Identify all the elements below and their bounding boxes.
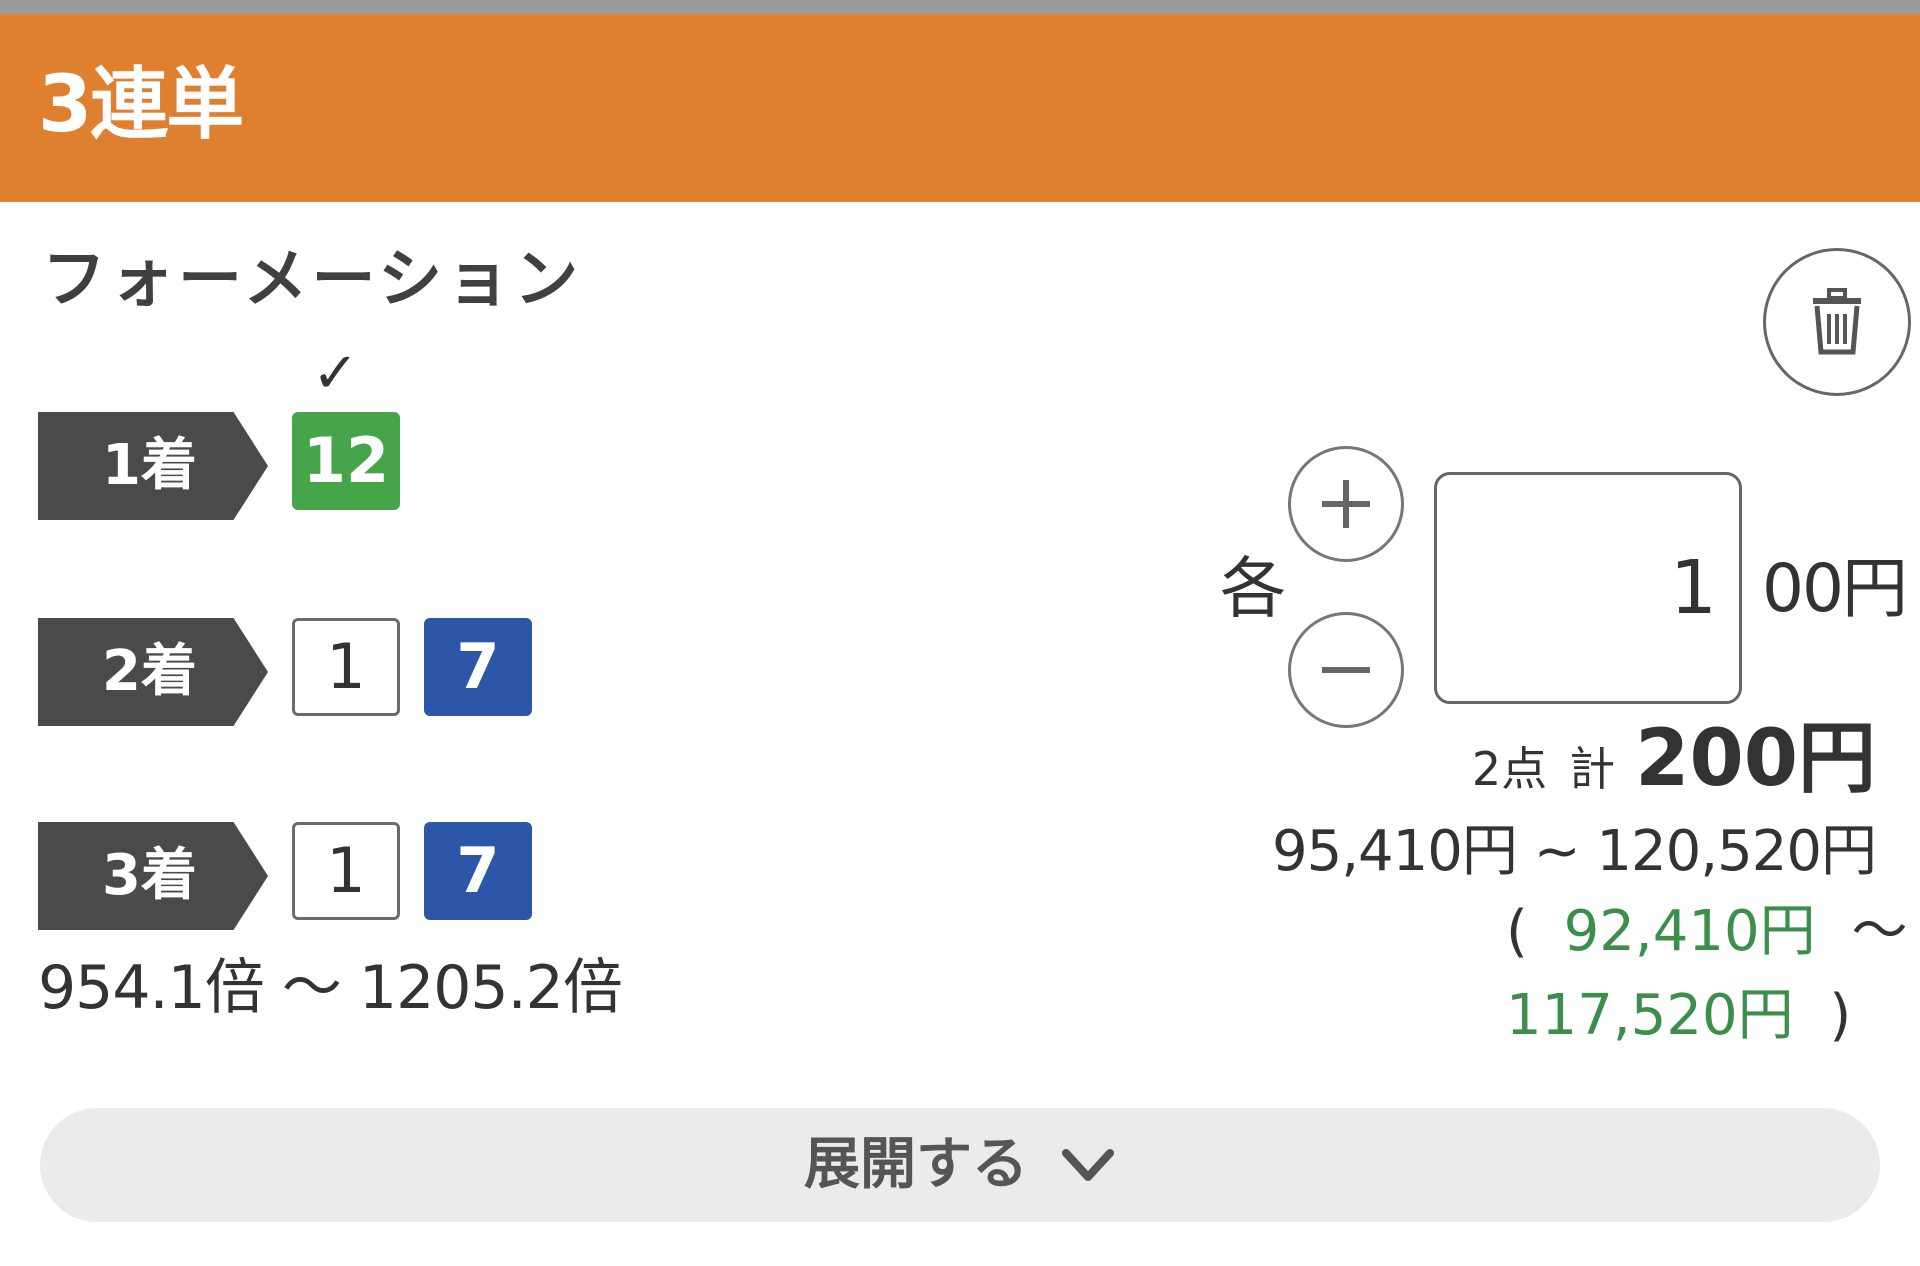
check-mark-icon: ✓ xyxy=(312,341,359,406)
top-border xyxy=(0,0,1920,14)
horse-number-badge[interactable]: 7 xyxy=(424,618,532,716)
total-label: 計 xyxy=(1569,742,1616,796)
expand-label: 展開する xyxy=(804,1132,1028,1197)
net-profit-max: 117,520円 xyxy=(1506,983,1794,1048)
points-count: 2点 xyxy=(1471,742,1548,796)
horse-number-badge[interactable]: 1 xyxy=(292,822,400,920)
net-profit-line: 117,520円 ) xyxy=(1506,988,1851,1044)
plus-icon xyxy=(1322,480,1370,528)
net-profit-min: 92,410円 xyxy=(1563,899,1816,964)
row-label-3rd: 3着 xyxy=(38,822,268,930)
total-amount: 200円 xyxy=(1635,714,1876,804)
header-bar: 3連単 xyxy=(0,14,1920,202)
bet-summary: 2点 計 200円 xyxy=(1472,720,1876,798)
expand-button[interactable]: 展開する xyxy=(40,1108,1880,1222)
close-paren: ) xyxy=(1829,983,1852,1048)
increment-button[interactable] xyxy=(1288,446,1404,562)
decrement-button[interactable] xyxy=(1288,612,1404,728)
row-label-1st: 1着 xyxy=(38,412,268,520)
net-profit-line: ( 92,410円 ～ xyxy=(1506,904,1907,960)
minus-icon xyxy=(1322,667,1370,673)
bet-type-title: フォーメーション xyxy=(42,243,583,317)
delete-button[interactable] xyxy=(1763,248,1911,396)
horse-number-badge[interactable]: 12 xyxy=(292,412,400,510)
payout-range: 95,410円 ~ 120,520円 xyxy=(1271,819,1877,884)
open-paren: ( xyxy=(1506,899,1528,964)
horse-number-badge[interactable]: 1 xyxy=(292,618,400,716)
each-label: 各 xyxy=(1220,550,1286,627)
range-tilde: ～ xyxy=(1851,899,1908,964)
odds-range: 954.1倍 ～ 1205.2倍 xyxy=(38,953,623,1023)
bet-amount-input[interactable] xyxy=(1434,472,1742,704)
trash-icon xyxy=(1813,288,1861,355)
chevron-down-icon xyxy=(1060,1145,1116,1185)
horse-number-badge[interactable]: 7 xyxy=(424,822,532,920)
row-label-2nd: 2着 xyxy=(38,618,268,726)
amount-unit: 00円 xyxy=(1762,550,1908,627)
bet-category-title: 3連単 xyxy=(38,60,244,150)
